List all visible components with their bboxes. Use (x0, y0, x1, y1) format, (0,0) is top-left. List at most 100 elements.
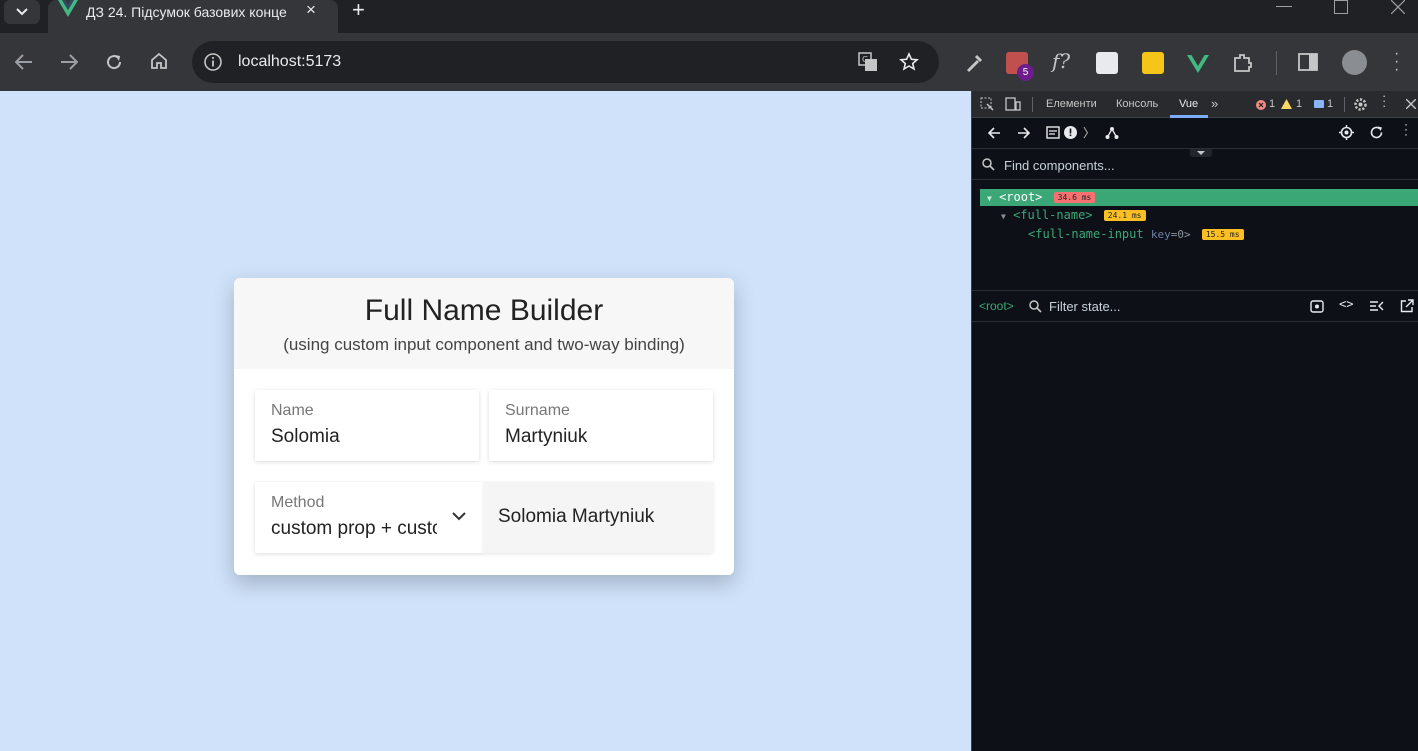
filter-state-input[interactable]: Filter state... (1049, 299, 1121, 314)
browser-toolbar: localhost:5173 G 5 f? · · · (0, 33, 1418, 91)
bookmark-star-icon[interactable] (899, 52, 919, 72)
settings-badge-icon[interactable] (1063, 125, 1078, 140)
chevron-right-icon[interactable]: 〉 (1083, 124, 1095, 141)
full-name-result: Solomia Martyniuk (484, 482, 713, 553)
tab-divider (1032, 97, 1033, 112)
tab-title: ДЗ 24. Підсумок базових конце (86, 4, 287, 20)
new-tab-button[interactable]: + (352, 0, 365, 23)
reload-icon[interactable] (105, 53, 123, 71)
minimize-icon[interactable] (1276, 6, 1292, 8)
full-name-output: Solomia Martyniuk (498, 506, 655, 527)
search-icon (1029, 300, 1042, 313)
extension-icon[interactable] (1096, 52, 1118, 74)
code-icon[interactable]: <> (1339, 297, 1353, 311)
expand-arrow-icon[interactable]: ▼ (1001, 212, 1006, 221)
extension-badge: 5 (1017, 64, 1034, 81)
devtools-panel: Елементи Консоль Vue » 1 1 1 · · · 〉 · · · F… (971, 89, 1418, 751)
home-icon[interactable] (150, 52, 168, 70)
component-name: <root> (999, 190, 1043, 204)
forward-icon[interactable] (1017, 127, 1030, 139)
component-name: <full-name-input (1028, 227, 1144, 241)
refresh-icon[interactable] (1370, 126, 1383, 139)
name-field[interactable]: Name Solomia (255, 390, 479, 461)
color-picker-extension-icon[interactable] (963, 52, 985, 74)
error-count[interactable]: 1 (1269, 98, 1275, 110)
warning-icon (1281, 99, 1292, 109)
back-icon[interactable] (988, 127, 1001, 139)
method-label: Method (271, 494, 325, 511)
svg-text:G: G (862, 55, 868, 64)
vue-devtools-extension-icon[interactable] (1187, 55, 1209, 73)
key-attr: key (1150, 228, 1171, 241)
extensions-puzzle-icon[interactable] (1232, 52, 1254, 74)
page-title: Full Name Builder (364, 294, 604, 327)
inspect-element-icon[interactable] (980, 97, 994, 111)
surname-field[interactable]: Surname Martyniuk (489, 390, 713, 461)
chevron-down-icon (16, 8, 28, 16)
method-select[interactable]: Method custom prop + custom event (255, 482, 484, 553)
tab-elements[interactable]: Елементи (1046, 98, 1097, 110)
name-input[interactable]: Solomia (271, 426, 340, 448)
render-time-badge: 24.1 ms (1103, 210, 1146, 221)
state-inspector-bar: <root> Filter state... <> (972, 290, 1418, 322)
devtools-menu-icon[interactable]: · · · (1382, 89, 1386, 112)
tab-vue[interactable]: Vue (1179, 98, 1198, 110)
maximize-icon[interactable] (1334, 0, 1348, 14)
collapse-toggle[interactable] (1190, 149, 1212, 157)
method-selected-value[interactable]: custom prop + custom event (271, 518, 437, 540)
site-info-icon[interactable] (204, 53, 222, 71)
inspect-dom-icon[interactable] (1310, 300, 1324, 313)
close-window-icon[interactable] (1391, 0, 1405, 14)
url-text[interactable]: localhost:5173 (238, 53, 341, 71)
name-label: Name (271, 402, 314, 419)
warning-count[interactable]: 1 (1296, 98, 1302, 110)
extension-icon[interactable] (1142, 52, 1164, 74)
translate-icon[interactable]: G (858, 52, 878, 72)
forward-icon[interactable] (60, 53, 78, 71)
select-component-icon[interactable] (1339, 125, 1354, 140)
component-tree-icon[interactable] (1105, 126, 1119, 140)
component-name: <full-name> (1013, 208, 1093, 222)
scroll-to-component-icon[interactable] (1369, 300, 1384, 312)
page-subtitle: (using custom input component and two-wa… (283, 335, 685, 354)
surname-label: Surname (505, 402, 570, 419)
more-options-icon[interactable]: · · · (1404, 118, 1408, 140)
tab-strip: ДЗ 24. Підсумок базових конце × + (0, 0, 1418, 33)
expand-arrow-icon[interactable]: ▼ (987, 194, 992, 203)
error-icon (1256, 100, 1266, 110)
find-components-input[interactable]: Find components... (1004, 158, 1115, 173)
tree-node-full-name-input[interactable]: <full-name-input key=0> 15.5 ms (1028, 227, 1244, 241)
open-in-editor-icon[interactable] (1400, 299, 1414, 313)
render-time-badge: 34.6 ms (1053, 192, 1096, 203)
find-components-row[interactable]: Find components... (972, 149, 1418, 180)
formula-extension-icon[interactable]: f? (1052, 49, 1070, 73)
vue-logo-icon (58, 0, 78, 17)
vue-devtools-toolbar: 〉 · · · (972, 118, 1418, 149)
tree-node-root[interactable]: ▼ <root> 34.6 ms (987, 190, 1096, 204)
selected-component-label: <root> (979, 299, 1014, 313)
tab-console[interactable]: Консоль (1116, 98, 1158, 110)
close-tab-icon[interactable]: × (306, 0, 316, 20)
browser-tab[interactable]: ДЗ 24. Підсумок базових конце × (48, 0, 338, 33)
tree-node-full-name[interactable]: ▼ <full-name> 24.1 ms (1001, 208, 1146, 222)
tab-divider (1344, 97, 1345, 112)
profile-avatar[interactable] (1342, 50, 1367, 75)
search-icon (982, 158, 995, 171)
chevron-down-icon[interactable] (452, 512, 466, 521)
more-tabs-icon[interactable]: » (1211, 96, 1218, 111)
tab-search-button[interactable] (4, 0, 40, 24)
device-toolbar-icon[interactable] (1005, 97, 1021, 111)
chevron-down-icon (1197, 151, 1205, 155)
address-bar[interactable]: localhost:5173 G (192, 41, 939, 83)
full-name-card: Full Name Builder (using custom input co… (234, 278, 734, 575)
back-icon[interactable] (15, 53, 33, 71)
side-panel-icon[interactable] (1298, 53, 1318, 71)
devtools-tabbar: Елементи Консоль Vue » 1 1 1 · · · (972, 89, 1418, 118)
browser-menu-icon[interactable]: · · · (1394, 46, 1399, 78)
info-icon (1314, 100, 1324, 108)
settings-gear-icon[interactable] (1353, 97, 1368, 112)
surname-input[interactable]: Martyniuk (505, 426, 587, 448)
close-devtools-icon[interactable] (1406, 99, 1416, 109)
info-count[interactable]: 1 (1327, 98, 1333, 110)
app-selector-icon[interactable] (1046, 126, 1060, 139)
